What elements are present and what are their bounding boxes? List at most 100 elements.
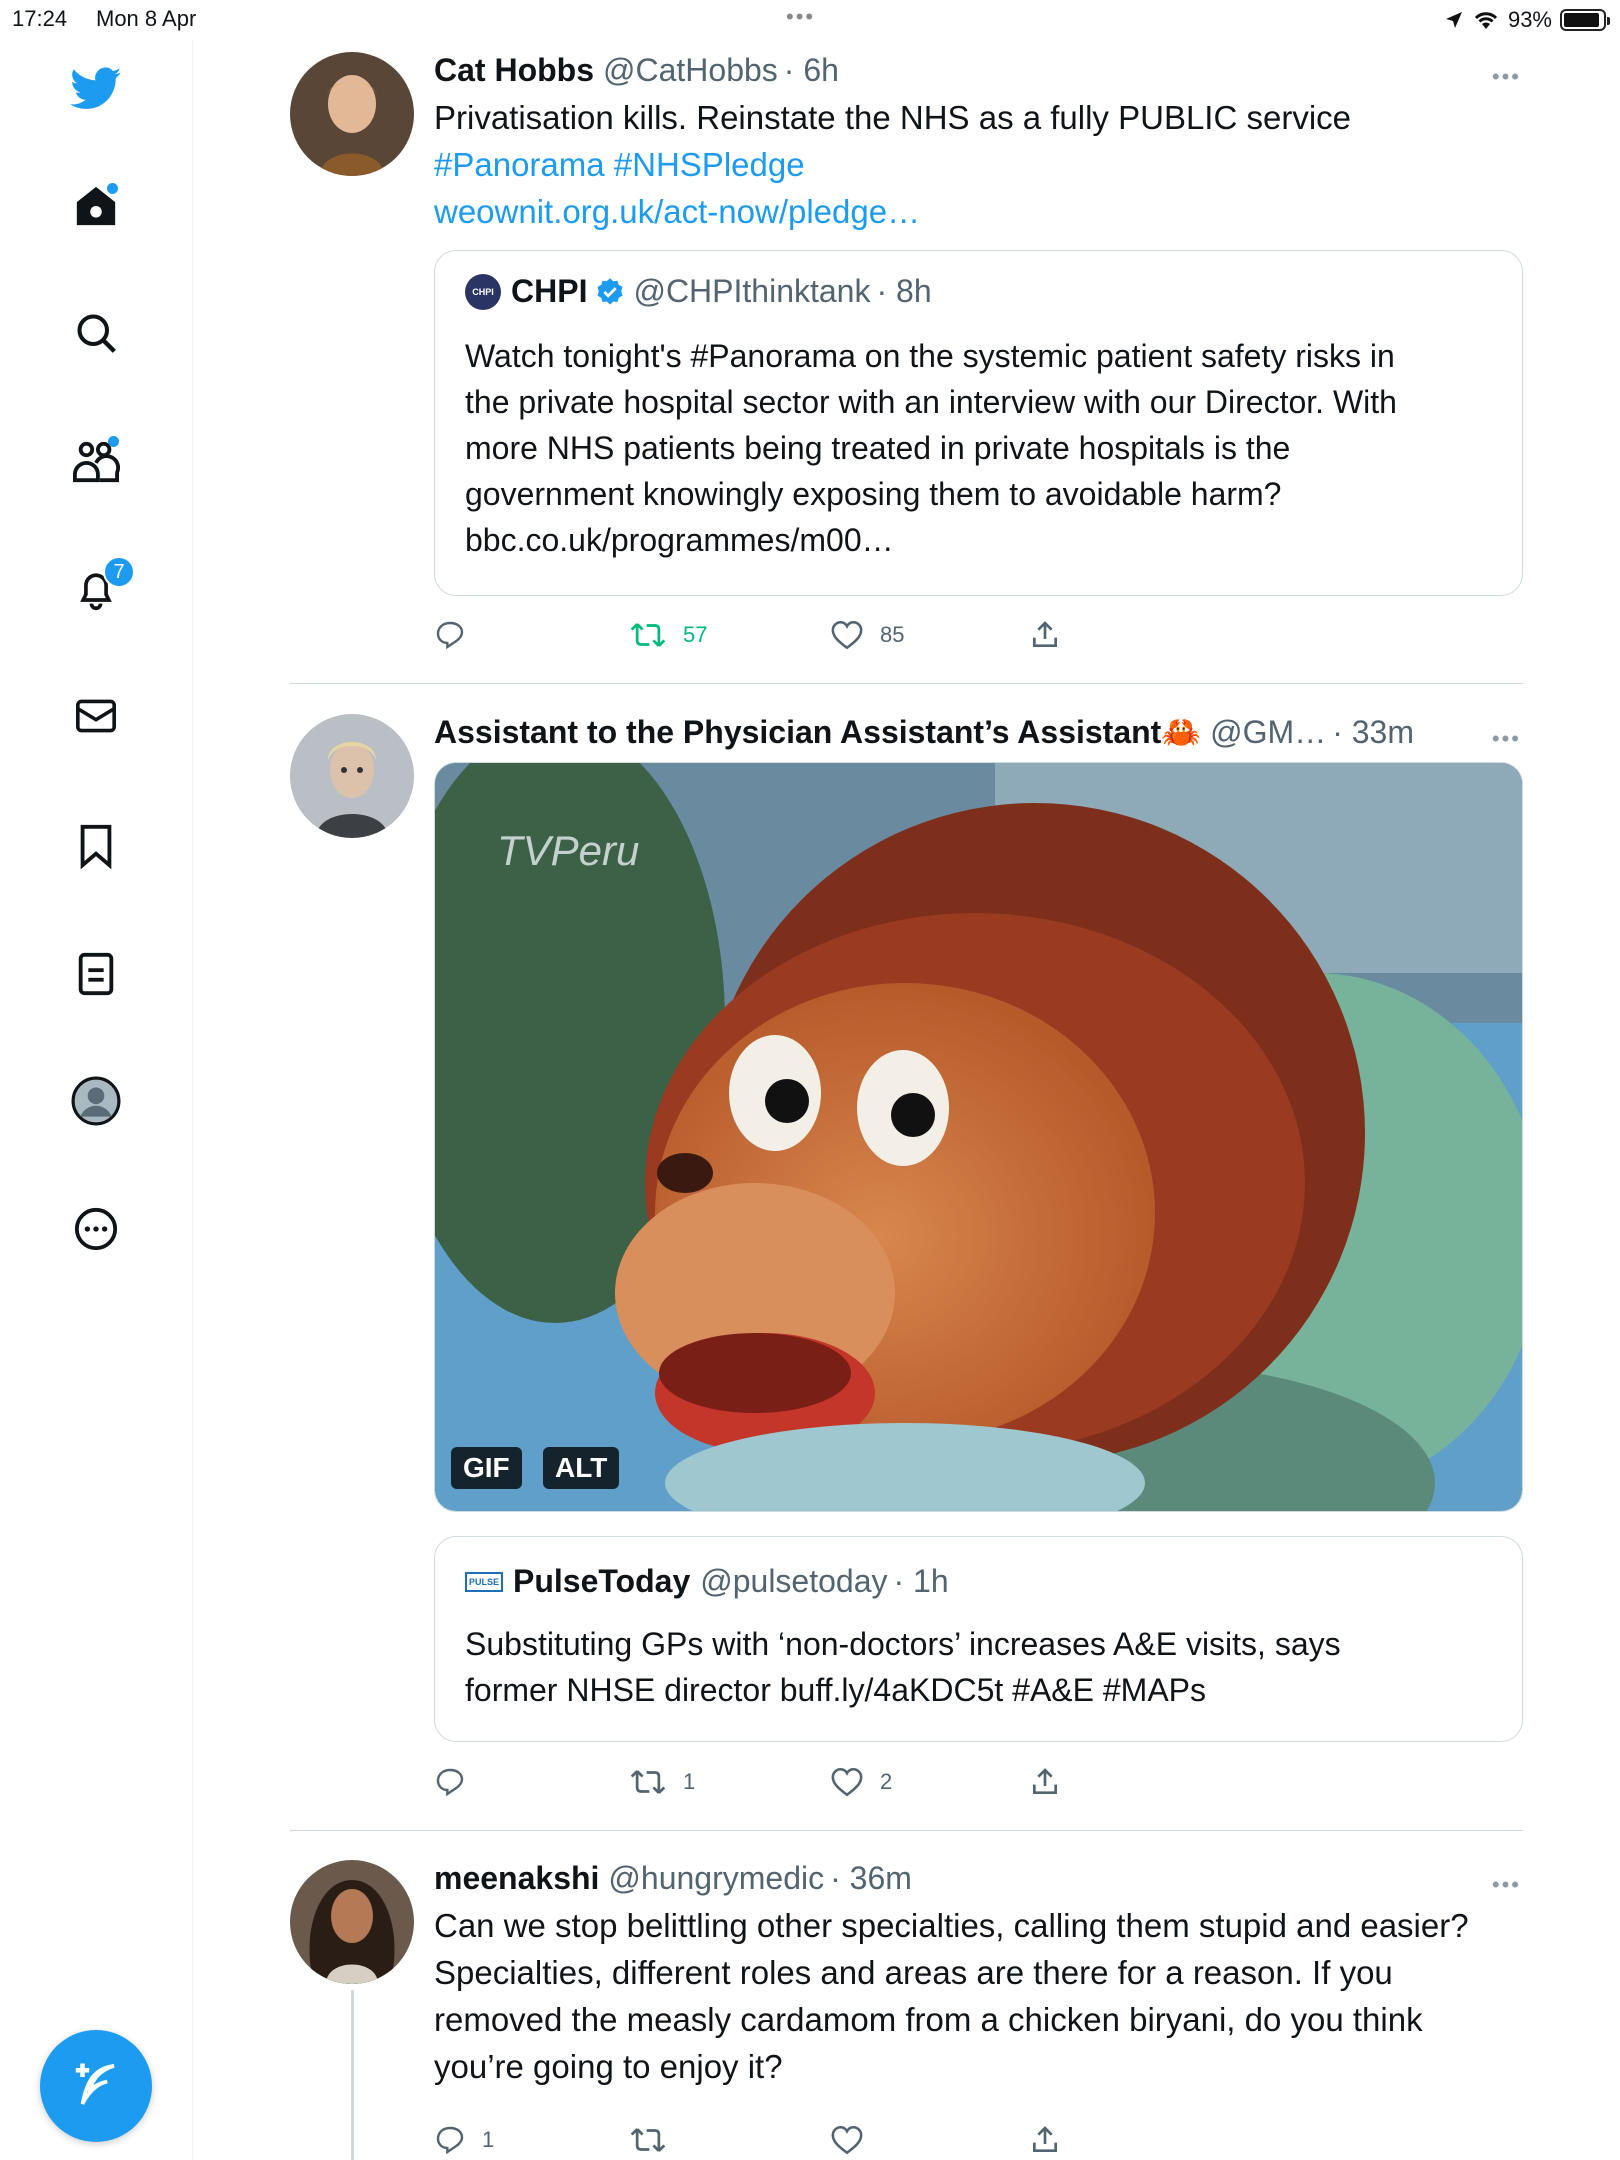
retweet-button[interactable]: 57 [629, 615, 707, 655]
retweet-button[interactable]: 1 [629, 1762, 695, 1802]
timestamp[interactable]: · 6h [784, 50, 839, 90]
hashtags[interactable]: #Panorama #NHSPledge [434, 141, 1523, 188]
multitasking-dots-icon[interactable]: ••• [786, 4, 815, 30]
tweet-line: Specialties, different roles and areas a… [434, 1954, 1393, 1991]
reply-button[interactable] [434, 1762, 482, 1802]
retweet-count: 57 [683, 622, 708, 647]
more-options-icon[interactable]: ••• [1492, 64, 1521, 90]
battery-percent: 93% [1507, 7, 1552, 32]
quote-line: Substituting GPs with ‘non-doctors’ incr… [465, 1626, 1341, 1662]
like-button[interactable]: 85 [830, 615, 904, 655]
reply-button[interactable]: 1 [434, 2120, 494, 2160]
quoted-tweet-pulsetoday[interactable]: PULSE PulseToday @pulsetoday · 1h Substi… [434, 1536, 1523, 1742]
share-icon [1033, 1768, 1057, 1794]
status-bar: 17:24 Mon 8 Apr ••• 93% [0, 0, 1620, 40]
heart-icon [831, 2125, 863, 2155]
tweet-cat-hobbs[interactable]: Cat Hobbs @CatHobbs · 6h Privatisation k… [290, 50, 1523, 660]
sidebar: 7 [0, 40, 193, 2160]
messages-envelope-icon[interactable] [65, 685, 127, 747]
status-time: 17:24 [12, 6, 68, 31]
share-button[interactable] [1029, 2120, 1061, 2160]
quote-timestamp: · 8h [876, 273, 932, 309]
tweet-header: meenakshi @hungrymedic · 36m [434, 1858, 1523, 1898]
display-name[interactable]: Assistant to the Physician Assistant’s A… [434, 712, 1201, 752]
quote-header: PULSE PulseToday @pulsetoday · 1h [465, 1563, 949, 1600]
status-right: 93% [1444, 4, 1610, 36]
quote-line: more NHS patients being treated in priva… [465, 430, 1291, 466]
heart-icon [831, 1767, 863, 1797]
tweet-line: removed the measly cardamom from a chick… [434, 2001, 1423, 2038]
retweet-icon [630, 623, 666, 647]
display-name[interactable]: Cat Hobbs [434, 50, 594, 90]
quote-header: CHPI CHPI @CHPIthinktank · 8h [465, 273, 932, 310]
quote-avatar: PULSE [465, 1571, 503, 1592]
quote-text: Substituting GPs with ‘non-doctors’ incr… [465, 1621, 1498, 1713]
battery-fill [1564, 13, 1600, 27]
thread-connector [351, 1990, 354, 2160]
retweet-button[interactable] [629, 2120, 667, 2160]
gif-image: TVPeru [435, 763, 1522, 1511]
verified-badge-icon [597, 277, 623, 304]
location-arrow-icon [1445, 12, 1462, 28]
notifications-bell-icon[interactable]: 7 [65, 556, 135, 620]
like-button[interactable] [830, 2120, 864, 2160]
tweet-header: Cat Hobbs @CatHobbs · 6h [434, 50, 1523, 90]
quote-text: Watch tonight's #Panorama on the systemi… [465, 333, 1498, 563]
more-options-icon[interactable] [65, 1198, 127, 1260]
lists-icon[interactable] [65, 943, 127, 1005]
tweet-meenakshi[interactable]: meenakshi @hungrymedic · 36m Can we stop… [290, 1858, 1523, 2158]
more-options-icon[interactable]: ••• [1492, 1872, 1521, 1898]
reply-icon [436, 2126, 464, 2155]
avatar[interactable] [290, 52, 414, 176]
reply-count: 1 [482, 2127, 495, 2152]
quote-line: former NHSE director buff.ly/4aKDC5t #A&… [465, 1672, 1207, 1708]
timestamp[interactable]: · 33m [1332, 712, 1414, 752]
communities-icon[interactable] [65, 430, 127, 492]
quoted-tweet-chpi[interactable]: CHPI CHPI @CHPIthinktank · 8h Watch toni… [434, 250, 1523, 596]
tweet-text: Privatisation kills. Reinstate the NHS a… [434, 99, 1352, 136]
quote-handle: @pulsetoday [700, 1563, 888, 1599]
avatar[interactable] [290, 714, 414, 838]
tweet-line: you’re going to enjoy it? [434, 2048, 783, 2085]
avatar[interactable] [290, 1860, 414, 1984]
profile-avatar-icon[interactable] [65, 1070, 127, 1132]
tweet-text: Can we stop belittling other specialties… [434, 1902, 1523, 2090]
bookmark-icon[interactable] [65, 815, 127, 877]
quote-line: government knowingly exposing them to av… [465, 476, 1282, 512]
tweet-actions: 57 85 [434, 615, 1234, 655]
like-button[interactable]: 2 [830, 1762, 892, 1802]
like-count: 85 [880, 622, 905, 647]
share-button[interactable] [1029, 1762, 1061, 1802]
communities-unread-dot [108, 436, 119, 447]
share-icon [1033, 621, 1057, 647]
feather-plus-icon [75, 2063, 115, 2105]
reply-button[interactable] [434, 615, 482, 655]
quote-line: Watch tonight's #Panorama on the systemi… [465, 338, 1395, 374]
tweet-actions: 1 [434, 2120, 1234, 2160]
like-count: 2 [880, 1769, 893, 1794]
more-options-icon[interactable]: ••• [1492, 726, 1521, 752]
reply-icon [436, 621, 464, 650]
heart-icon [831, 620, 863, 650]
tweet-divider [290, 1830, 1523, 1831]
search-icon[interactable] [65, 302, 127, 364]
home-icon[interactable] [65, 175, 127, 237]
reply-icon [436, 1768, 464, 1797]
share-button[interactable] [1029, 615, 1061, 655]
display-name[interactable]: meenakshi [434, 1858, 599, 1898]
tweet-physician-assistant[interactable]: Assistant to the Physician Assistant’s A… [290, 712, 1523, 1812]
handle[interactable]: @hungrymedic [608, 1858, 824, 1898]
tweet-content: Assistant to the Physician Assistant’s A… [434, 712, 1523, 752]
alt-text-button[interactable]: ALT [543, 1447, 620, 1489]
handle[interactable]: @CatHobbs [603, 50, 778, 90]
twitter-logo-icon[interactable] [65, 58, 127, 120]
notifications-badge: 7 [103, 556, 135, 588]
wifi-icon [1474, 12, 1498, 29]
handle[interactable]: @GM… [1210, 712, 1326, 752]
tweet-link[interactable]: weownit.org.uk/act-now/pledge… [434, 188, 1523, 235]
compose-tweet-button[interactable] [40, 2030, 152, 2142]
quote-handle: @CHPIthinktank [633, 273, 871, 309]
gif-watermark: TVPeru [497, 827, 639, 874]
timestamp[interactable]: · 36m [830, 1858, 912, 1898]
gif-media[interactable]: TVPeru GIF ALT [434, 762, 1523, 1512]
